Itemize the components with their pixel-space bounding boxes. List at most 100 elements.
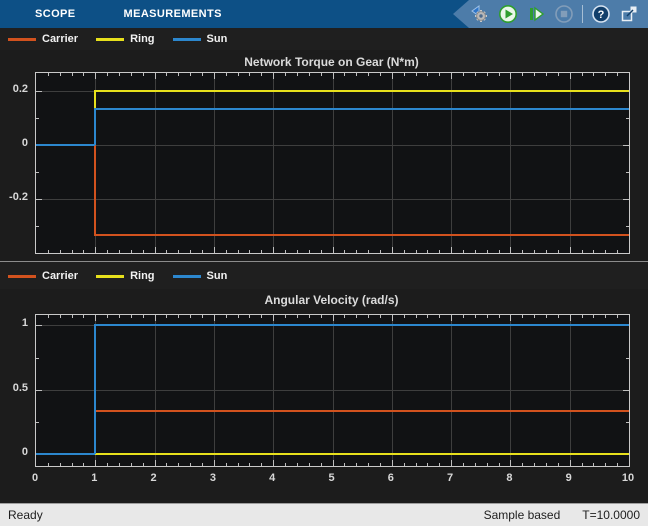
tick-mark [119,463,121,466]
velocity-plot-axes[interactable] [35,314,630,467]
tick-mark [332,247,334,253]
legend-item-carrier[interactable]: Carrier [8,270,78,282]
legend-label: Carrier [42,33,79,45]
help-icon[interactable]: ? [591,4,611,24]
gridline [213,73,215,253]
tick-mark [498,73,500,76]
tick-mark [439,250,441,253]
tick-mark [225,73,227,76]
tick-mark [605,315,607,318]
tick-mark [474,463,476,466]
tick-mark [130,463,132,466]
tab-scope[interactable]: SCOPE [35,8,76,20]
tick-mark [95,315,97,321]
tick-mark [486,250,488,253]
tick-mark [617,250,619,253]
tick-label: 7 [447,472,454,484]
torque-plot-panel: Network Torque on Gear (N*m) 0.2 0 -0.2 [0,50,648,261]
legend-item-sun[interactable]: Sun [172,270,227,282]
tick-mark [626,172,629,173]
tick-mark [451,73,453,79]
tick-mark [154,73,156,79]
tick-mark [296,315,298,318]
tick-label: 3 [209,472,216,484]
stop-icon[interactable] [554,4,574,24]
tick-mark [95,460,97,466]
tick-label: 1 [91,472,98,484]
legend-item-ring[interactable]: Ring [96,33,155,45]
tick-mark [36,172,39,173]
tick-mark [83,250,85,253]
tick-mark [154,247,156,253]
sample-mode-label: Sample based [483,508,561,522]
tick-mark [593,73,595,76]
legend-item-carrier[interactable]: Carrier [8,33,78,45]
tick-label: 8 [506,472,513,484]
tick-mark [36,422,39,424]
tick-mark [605,463,607,466]
tick-mark [71,250,73,253]
gridline [36,199,629,200]
tick-mark [451,315,453,321]
tick-mark [249,250,251,253]
tick-label: 0 [31,472,39,484]
tick-mark [130,73,132,76]
tick-mark [308,250,310,253]
tick-mark [261,73,263,76]
tick-mark [213,460,215,466]
tick-mark [593,463,595,466]
tick-label: 1 [21,317,28,330]
tick-mark [332,460,334,466]
tick-mark [237,73,239,76]
tick-mark [178,73,180,76]
tick-mark [71,73,73,76]
tick-mark [498,250,500,253]
tick-mark [296,463,298,466]
tick-mark [71,315,73,318]
tick-mark [593,315,595,318]
tick-mark [623,145,629,146]
tick-mark [154,315,156,321]
tick-mark [368,463,370,466]
tick-mark [119,250,121,253]
legend-item-ring[interactable]: Ring [96,270,155,282]
tick-mark [308,73,310,76]
ring-line-swatch [96,274,125,278]
tick-mark [427,250,429,253]
tick-mark [285,73,287,76]
tick-mark [403,250,405,253]
gridline [36,145,629,146]
tick-mark [626,226,629,227]
dock-icon[interactable] [619,4,639,24]
tick-mark [427,463,429,466]
torque-plot-title: Network Torque on Gear (N*m) [244,55,419,69]
tick-mark [356,315,358,318]
tick-mark [166,463,168,466]
tick-mark [462,73,464,76]
tick-mark [522,73,524,76]
tick-mark [368,250,370,253]
step-forward-icon[interactable] [526,4,546,24]
tick-mark [249,315,251,318]
run-icon[interactable] [498,4,518,24]
series-line [36,453,96,456]
series-line [94,108,97,145]
series-line [94,325,97,455]
tick-mark [130,315,132,318]
tick-mark [296,250,298,253]
tab-measurements[interactable]: MEASUREMENTS [124,8,222,20]
tick-mark [190,250,192,253]
legend-item-sun[interactable]: Sun [172,33,227,45]
tick-mark [95,73,97,79]
settings-icon[interactable] [470,4,490,24]
torque-plot-axes[interactable] [35,72,630,254]
gridline [451,73,453,253]
tick-mark [107,73,109,76]
legend-bottom: Carrier Ring Sun [0,261,648,290]
tick-mark [534,73,536,76]
tick-mark [581,463,583,466]
tick-mark [237,463,239,466]
tick-mark [202,250,204,253]
tick-mark [237,315,239,318]
tick-mark [119,73,121,76]
